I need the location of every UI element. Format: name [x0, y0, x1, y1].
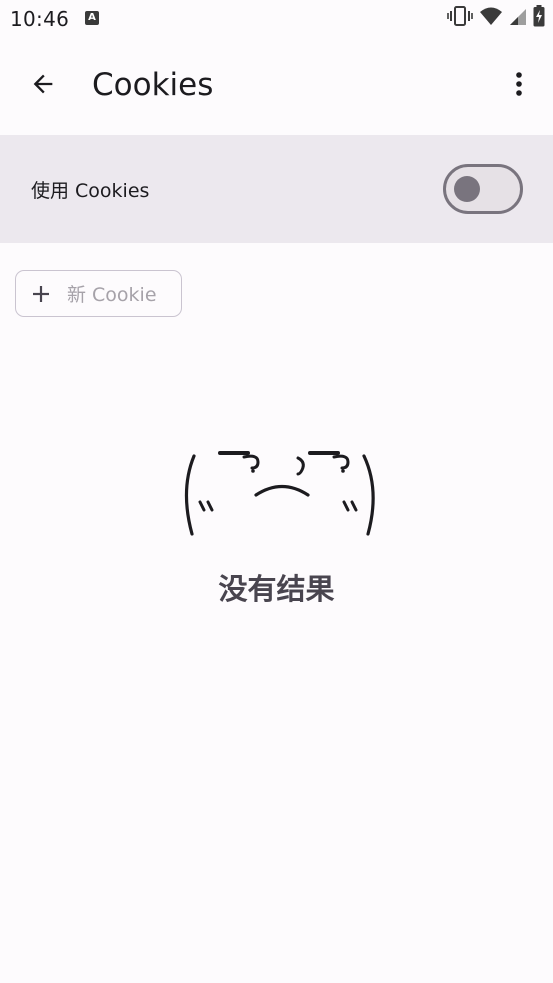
empty-state-kaomoji [178, 440, 383, 540]
new-cookie-label: 新 Cookie [67, 284, 157, 306]
back-button[interactable] [22, 65, 64, 107]
more-vert-icon [515, 71, 523, 101]
cellular-signal-icon [509, 6, 527, 30]
use-cookies-label: 使用 Cookies [31, 180, 150, 202]
page-title: Cookies [92, 67, 214, 103]
use-cookies-row[interactable]: 使用 Cookies [0, 135, 553, 243]
status-icons [447, 5, 545, 31]
status-bar: 10:46 A [0, 0, 553, 38]
battery-charging-icon [533, 5, 545, 31]
wifi-icon [479, 6, 503, 30]
top-app-bar: Cookies [0, 38, 553, 135]
app-notification-icon: A [85, 11, 99, 25]
more-options-button[interactable] [501, 65, 537, 107]
status-time: 10:46 [10, 7, 70, 31]
arrow-back-icon [29, 70, 57, 102]
empty-state-text: 没有结果 [218, 572, 335, 606]
plus-icon [31, 284, 51, 304]
vibrate-icon [447, 5, 473, 31]
switch-thumb [454, 176, 480, 202]
use-cookies-switch[interactable] [443, 164, 523, 214]
new-cookie-button[interactable]: 新 Cookie [15, 270, 182, 317]
